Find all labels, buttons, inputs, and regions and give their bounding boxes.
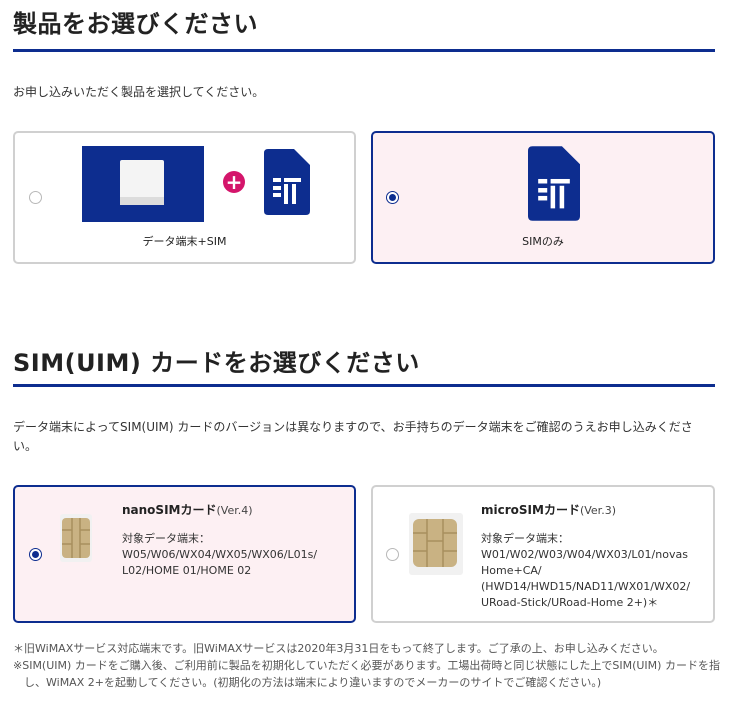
sim-card-title: microSIMカード(Ver.3) — [481, 503, 616, 517]
nano-sim-chip-icon — [60, 514, 92, 562]
router-device-icon — [82, 146, 204, 222]
note-legacy-wimax: ＊旧WiMAXサービス対応端末です。旧WiMAXサービスは2020年3月31日を… — [13, 642, 664, 655]
sim-card-icon — [528, 146, 580, 221]
section-lead-sim-line2: い。 — [13, 439, 38, 453]
micro-sim-chip-icon — [409, 513, 463, 575]
radio-sim-only[interactable] — [386, 191, 399, 204]
sim-card-title: nanoSIMカード(Ver.4) — [122, 503, 253, 517]
plus-icon: + — [223, 171, 245, 193]
note-initialize-line2: し、WiMAX 2+を起動してください。(初期化の方法は端末により違いますのでメ… — [13, 676, 602, 689]
target-devices: 対象データ端末： W01/W02/W03/W04/WX03/L01/novas … — [481, 532, 691, 609]
target-devices: 対象データ端末： W05/W06/WX04/WX05/WX06/L01s/ L0… — [122, 532, 318, 577]
section-divider — [13, 49, 715, 52]
section-title-sim-card: SIM(UIM) カードをお選びください — [13, 349, 420, 377]
sim-option-micro[interactable]: microSIMカード(Ver.3) 対象データ端末： W01/W02/W03/… — [371, 485, 715, 623]
section-lead-sim-line1: データ端末によってSIM(UIM) カードのバージョンは異なりますので、お手持ち… — [13, 420, 693, 434]
option-caption-device-sim: データ端末+SIM — [142, 235, 227, 248]
product-option-device-sim[interactable]: + データ端末+SIM — [13, 131, 356, 264]
section-divider — [13, 384, 715, 387]
section-lead-product: お申し込みいただく製品を選択してください。 — [13, 85, 265, 99]
radio-micro-sim[interactable] — [386, 548, 399, 561]
option-caption-sim-only: SIMのみ — [522, 235, 564, 248]
section-title-product: 製品をお選びください — [13, 10, 258, 38]
radio-device-sim[interactable] — [29, 191, 42, 204]
radio-nano-sim[interactable] — [29, 548, 42, 561]
product-option-sim-only[interactable]: SIMのみ — [371, 131, 715, 264]
note-initialize-line1: ※SIM(UIM) カードをご購入後、ご利用前に製品を初期化していただく必要があ… — [13, 659, 720, 672]
sim-option-nano[interactable]: nanoSIMカード(Ver.4) 対象データ端末： W05/W06/WX04/… — [13, 485, 356, 623]
sim-card-icon — [264, 149, 310, 215]
